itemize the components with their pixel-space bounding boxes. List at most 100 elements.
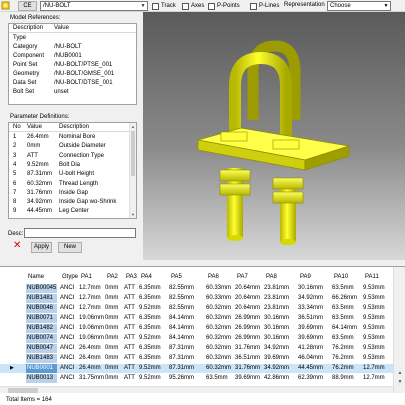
ce-button[interactable]: CE <box>18 1 37 11</box>
col-header[interactable]: PA7 <box>237 274 248 280</box>
scroll-up-icon[interactable]: ▲ <box>130 123 136 130</box>
scroll-down-icon[interactable]: ▼ <box>396 379 404 386</box>
ref-value: /NU-BOLT <box>54 44 82 50</box>
table-cell: 39.69mm <box>298 325 324 331</box>
col-header[interactable]: PA4 <box>141 274 152 280</box>
table-cell: 6.35mm <box>139 355 161 361</box>
table-cell: 36.51mm <box>298 315 324 321</box>
col-header[interactable]: PA1 <box>81 274 92 280</box>
list-item[interactable]: Geometry/NU-BOLT/GMSE_001 <box>9 70 136 79</box>
table-cell: 63.5mm <box>206 375 228 381</box>
part-selector[interactable]: /NU-BOLT ▼ <box>40 1 148 11</box>
table-row[interactable]: NUB0046 ANCI 12.7mm 0mm ATT 9.52mm 82.55mm 60.3… <box>0 304 393 313</box>
ref-description: Type <box>13 35 27 41</box>
table-cell: 20.64mm <box>235 305 261 311</box>
ref-description: Data Set <box>13 80 37 86</box>
list-item[interactable]: 4 9.52mm Bolt Dia <box>9 161 129 170</box>
col-header[interactable]: Name <box>28 274 44 280</box>
parameter-grid[interactable]: No Value Description 1 26.4mm Nominal Bore… <box>8 122 137 219</box>
list-item[interactable]: 2 0mm Outside Diameter <box>9 142 129 151</box>
list-item[interactable]: 8 34.92mm Inside Gap wo-Shrink <box>9 198 129 207</box>
col-header[interactable]: PA2 <box>107 274 118 280</box>
delete-icon[interactable]: ✕ <box>13 241 21 251</box>
apply-button[interactable]: Apply <box>31 242 52 253</box>
table-cell: ATT <box>124 315 135 321</box>
p-lines-label: P-Lines <box>259 3 280 9</box>
table-cell: NUB0071 <box>26 314 57 323</box>
col-header[interactable]: PA8 <box>266 274 277 280</box>
col-no: No <box>13 124 21 130</box>
list-item[interactable]: 6 60.32mm Thread Length <box>9 180 129 189</box>
table-row[interactable]: NUB1482 ANCI 19.06mm 0mm ATT 6.35mm 84.14mm 60.… <box>0 324 393 333</box>
list-item[interactable]: 1 26.4mm Nominal Bore <box>9 133 129 142</box>
param-description: Nominal Bore <box>59 134 96 140</box>
table-cell: 12.7mm <box>79 305 101 311</box>
table-cell: 60.32mm <box>206 315 232 321</box>
horizontal-scrollbar[interactable] <box>0 386 393 393</box>
col-header[interactable]: PA10 <box>334 274 348 280</box>
desc-input[interactable] <box>24 228 136 238</box>
scroll-up-icon[interactable]: ▲ <box>396 370 404 377</box>
list-item[interactable]: Component/NUB0001 <box>9 52 136 61</box>
col-header[interactable]: PA9 <box>300 274 311 280</box>
track-checkbox[interactable]: Track <box>152 2 176 10</box>
model-references-grid[interactable]: Description Value Type Category/NU-BOLT Co… <box>8 23 137 105</box>
ref-value: /NU-BOLT/PTSE_001 <box>54 62 113 68</box>
list-item[interactable]: Bolt Set unset <box>9 88 136 97</box>
checkbox-box[interactable] <box>250 2 257 10</box>
p-lines-checkbox[interactable]: P-Lines <box>250 2 279 10</box>
table-row[interactable]: NUB1481 ANCI 12.7mm 0mm ATT 6.35mm 82.55mm 60.3… <box>0 294 393 303</box>
table-row[interactable]: NUB00045 ANCI 12.7mm 0mm ATT 6.35mm 82.55mm 60.… <box>0 284 393 293</box>
list-item[interactable]: Data Set/NU-BOLT/DTSE_001 <box>9 79 136 88</box>
component-table[interactable]: Name Gtype PA1 PA2 PA3 PA4 PA5 PA6 PA7 PA8 PA9 PA10… <box>0 266 405 405</box>
table-cell: NUB1481 <box>26 294 57 303</box>
table-cell: 60.33mm <box>206 295 232 301</box>
col-header[interactable]: PA3 <box>126 274 137 280</box>
axes-checkbox[interactable]: Axes <box>182 2 204 10</box>
col-header[interactable]: Gtype <box>62 274 78 280</box>
list-item[interactable]: 5 87.31mm U-bolt Height <box>9 170 129 179</box>
table-row[interactable]: NUB0047 ANCI 26.4mm 0mm ATT 6.35mm 87.31mm 60.3… <box>0 344 393 353</box>
table-cell: 76.2mm <box>332 365 354 371</box>
checkbox-box[interactable] <box>208 2 215 10</box>
table-row[interactable]: ▶ NUB0001 ANCI 26.4mm 0mm ATT 9.52mm 87.31mm 60.… <box>0 364 393 373</box>
ref-value: /NUB0001 <box>54 53 82 59</box>
scroll-thumb[interactable] <box>8 388 38 393</box>
table-row[interactable]: NUB0074 ANCI 19.06mm 0mm ATT 9.52mm 84.14mm 60.… <box>0 334 393 343</box>
list-item[interactable]: Point Set/NU-BOLT/PTSE_001 <box>9 61 136 70</box>
representation-select[interactable]: Choose ▼ <box>327 1 391 11</box>
table-row[interactable]: NUB1483 ANCI 26.4mm 0mm ATT 6.35mm 87.31mm 60.3… <box>0 354 393 363</box>
list-item[interactable]: 7 31.76mm Inside Gap <box>9 189 129 198</box>
3d-viewport[interactable] <box>143 12 405 260</box>
table-cell: 6.35mm <box>139 315 161 321</box>
table-cell: ANCI <box>60 365 75 371</box>
col-header[interactable]: PA11 <box>365 274 379 280</box>
list-item[interactable]: Type <box>9 34 136 43</box>
table-cell: ANCI <box>60 315 75 321</box>
table-cell: 9.53mm <box>363 335 385 341</box>
checkbox-box[interactable] <box>152 2 159 10</box>
col-header[interactable]: PA6 <box>208 274 219 280</box>
parameter-scrollbar[interactable]: ▲ ▼ <box>129 123 136 218</box>
table-cell: NUB0047 <box>26 344 57 353</box>
col-header[interactable]: PA5 <box>171 274 182 280</box>
table-row[interactable]: NUB0013 ANCI 31.75mm 0mm ATT 9.52mm 95.26mm 63.… <box>0 374 393 383</box>
table-cell: NUB00045 <box>26 284 57 293</box>
table-cell: 23.81mm <box>264 295 290 301</box>
table-cell: ATT <box>124 345 135 351</box>
checkbox-box[interactable] <box>182 2 189 10</box>
table-cell: 63.5mm <box>332 305 354 311</box>
list-item[interactable]: Category/NU-BOLT <box>9 43 136 52</box>
list-item[interactable]: 9 44.45mm Leg Center <box>9 207 129 216</box>
chevron-down-icon: ▼ <box>383 3 389 9</box>
new-button[interactable]: New <box>58 242 82 253</box>
row-selector-icon: ▶ <box>10 365 14 371</box>
table-vertical-scrollbar[interactable]: ▲ ▼ <box>393 267 405 393</box>
table-cell: 6.35mm <box>139 285 161 291</box>
table-row[interactable]: NUB0071 ANCI 19.06mm 0mm ATT 6.35mm 84.14mm 60.… <box>0 314 393 323</box>
p-points-checkbox[interactable]: P-Points <box>208 2 240 10</box>
list-item[interactable]: 3 ATT Connection Type <box>9 152 129 161</box>
scroll-thumb[interactable] <box>131 131 135 176</box>
scroll-down-icon[interactable]: ▼ <box>130 211 136 218</box>
table-cell: 12.7mm <box>363 375 385 381</box>
